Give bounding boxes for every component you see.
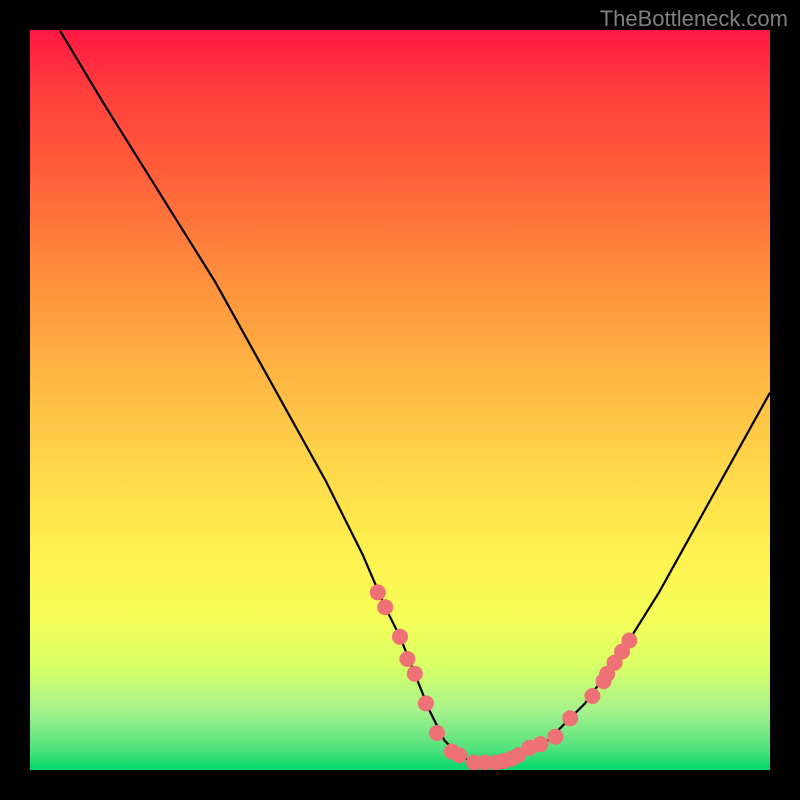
highlight-point xyxy=(547,729,563,745)
highlight-point xyxy=(562,710,578,726)
chart-svg xyxy=(30,30,770,770)
curve-layer xyxy=(60,30,770,763)
highlight-point xyxy=(418,695,434,711)
chart-plot-area xyxy=(30,30,770,770)
highlight-points-layer xyxy=(370,584,638,770)
highlight-point xyxy=(399,651,415,667)
highlight-point xyxy=(407,666,423,682)
highlight-point xyxy=(429,725,445,741)
highlight-point xyxy=(377,599,393,615)
highlight-point xyxy=(451,747,467,763)
highlight-point xyxy=(584,688,600,704)
highlight-point xyxy=(533,736,549,752)
highlight-point xyxy=(392,629,408,645)
highlight-point xyxy=(621,633,637,649)
highlight-point xyxy=(370,584,386,600)
watermark-text: TheBottleneck.com xyxy=(600,6,788,32)
curve-line xyxy=(60,30,770,763)
